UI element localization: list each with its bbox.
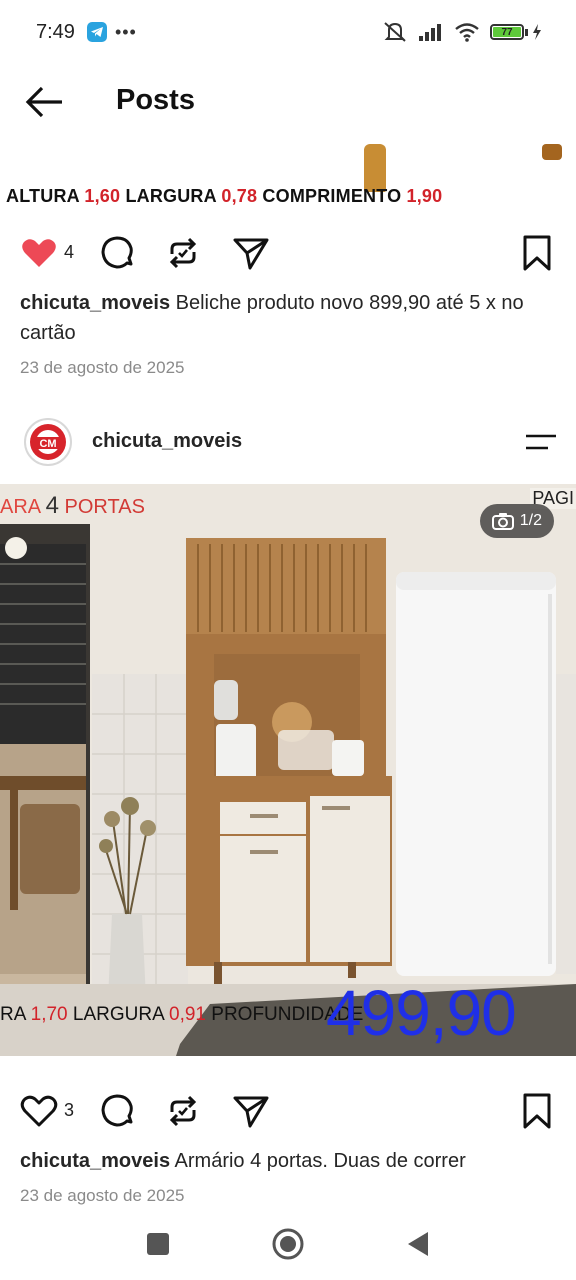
heart-icon[interactable] xyxy=(20,1092,58,1130)
charging-icon xyxy=(533,24,541,40)
app-header: Posts xyxy=(0,64,576,140)
banner-title: ARA 4 PORTAS xyxy=(0,492,145,520)
more-menu-icon[interactable] xyxy=(522,430,558,456)
share-icon[interactable] xyxy=(232,1092,270,1130)
status-bar: 7:49 ••• 77 xyxy=(0,0,576,64)
post2-username[interactable]: chicuta_moveis xyxy=(92,430,242,453)
mute-icon xyxy=(384,22,406,42)
battery-icon: 77 xyxy=(490,24,528,40)
repost-icon[interactable] xyxy=(164,234,202,272)
post2-header: CM chicuta_moveis xyxy=(0,414,576,472)
post1-date: 23 de agosto de 2025 xyxy=(20,358,185,377)
system-nav-bar xyxy=(0,1208,576,1280)
heart-filled-icon[interactable] xyxy=(20,234,58,272)
overflow-dots: ••• xyxy=(114,21,137,42)
post2-photo[interactable]: ARA 4 PORTAS PAGI 1/2 RA 1,70 LARGURA 0,… xyxy=(0,484,576,1056)
bookmark-icon[interactable] xyxy=(518,234,556,272)
post2-date: 23 de agosto de 2025 xyxy=(20,1186,185,1205)
photo-counter-text: 1/2 xyxy=(519,512,542,529)
recent-apps-button[interactable] xyxy=(140,1226,176,1262)
like-count[interactable]: 3 xyxy=(64,1100,74,1121)
bunkbed-post xyxy=(542,144,562,160)
largura-label: LARGURA xyxy=(72,1004,164,1025)
bunkbed-post xyxy=(364,144,386,192)
post1-image-strip[interactable]: ALTURA 1,60 LARGURA 0,78 COMPRIMENTO 1,9… xyxy=(0,140,576,216)
post1-actions: 4 xyxy=(0,228,576,278)
signal-icon xyxy=(419,24,441,41)
avatar[interactable]: CM xyxy=(24,418,72,466)
altura-label: ALTURA xyxy=(6,186,80,206)
telegram-icon xyxy=(86,22,107,42)
largura-value: 0,91 xyxy=(169,1004,206,1025)
photo-counter: 1/2 xyxy=(479,504,554,538)
post2-dimensions: RA 1,70 LARGURA 0,91 PROFUNDIDADE xyxy=(0,1004,363,1026)
arrow-left-icon[interactable] xyxy=(24,82,66,122)
altura-value: 1,60 xyxy=(84,186,121,206)
banner-partial: ARA xyxy=(0,496,41,518)
page-title: Posts xyxy=(116,84,195,116)
altura-value: 1,70 xyxy=(30,1004,68,1025)
caption-username[interactable]: chicuta_moveis xyxy=(20,292,170,314)
comment-icon[interactable] xyxy=(98,1092,136,1130)
comprimento-label: COMPRIMENTO xyxy=(262,186,402,206)
kitchen-cabinet-photo xyxy=(0,484,576,1056)
avatar-text: CM xyxy=(39,438,56,450)
price-overlay: 499,90 xyxy=(326,977,517,1049)
largura-value: 0,78 xyxy=(221,186,258,206)
back-button[interactable] xyxy=(400,1226,436,1262)
post1-dimensions: ALTURA 1,60 LARGURA 0,78 COMPRIMENTO 1,9… xyxy=(6,186,442,207)
caption-username[interactable]: chicuta_moveis xyxy=(20,1150,170,1172)
share-icon[interactable] xyxy=(232,234,270,272)
status-icons: 77 xyxy=(382,21,542,43)
status-time: 7:49 xyxy=(36,20,75,43)
home-button[interactable] xyxy=(270,1226,306,1262)
comprimento-value: 1,90 xyxy=(406,186,443,206)
wifi-icon xyxy=(455,23,479,42)
comment-icon[interactable] xyxy=(98,234,136,272)
post2-caption: chicuta_moveis Armário 4 portas. Duas de… xyxy=(20,1146,560,1176)
post1-caption: chicuta_moveis Beliche produto novo 899,… xyxy=(20,288,560,348)
like-count[interactable]: 4 xyxy=(64,242,74,263)
battery-level: 77 xyxy=(501,26,513,38)
banner-word: PORTAS xyxy=(64,496,145,518)
camera-icon xyxy=(491,513,514,530)
banner-number: 4 xyxy=(45,492,59,519)
dims-prefix: RA xyxy=(0,1004,26,1025)
repost-icon[interactable] xyxy=(164,1092,202,1130)
post2-actions: 3 xyxy=(0,1086,576,1136)
bookmark-icon[interactable] xyxy=(518,1092,556,1130)
largura-label: LARGURA xyxy=(125,186,217,206)
caption-text: Armário 4 portas. Duas de correr xyxy=(174,1150,466,1172)
